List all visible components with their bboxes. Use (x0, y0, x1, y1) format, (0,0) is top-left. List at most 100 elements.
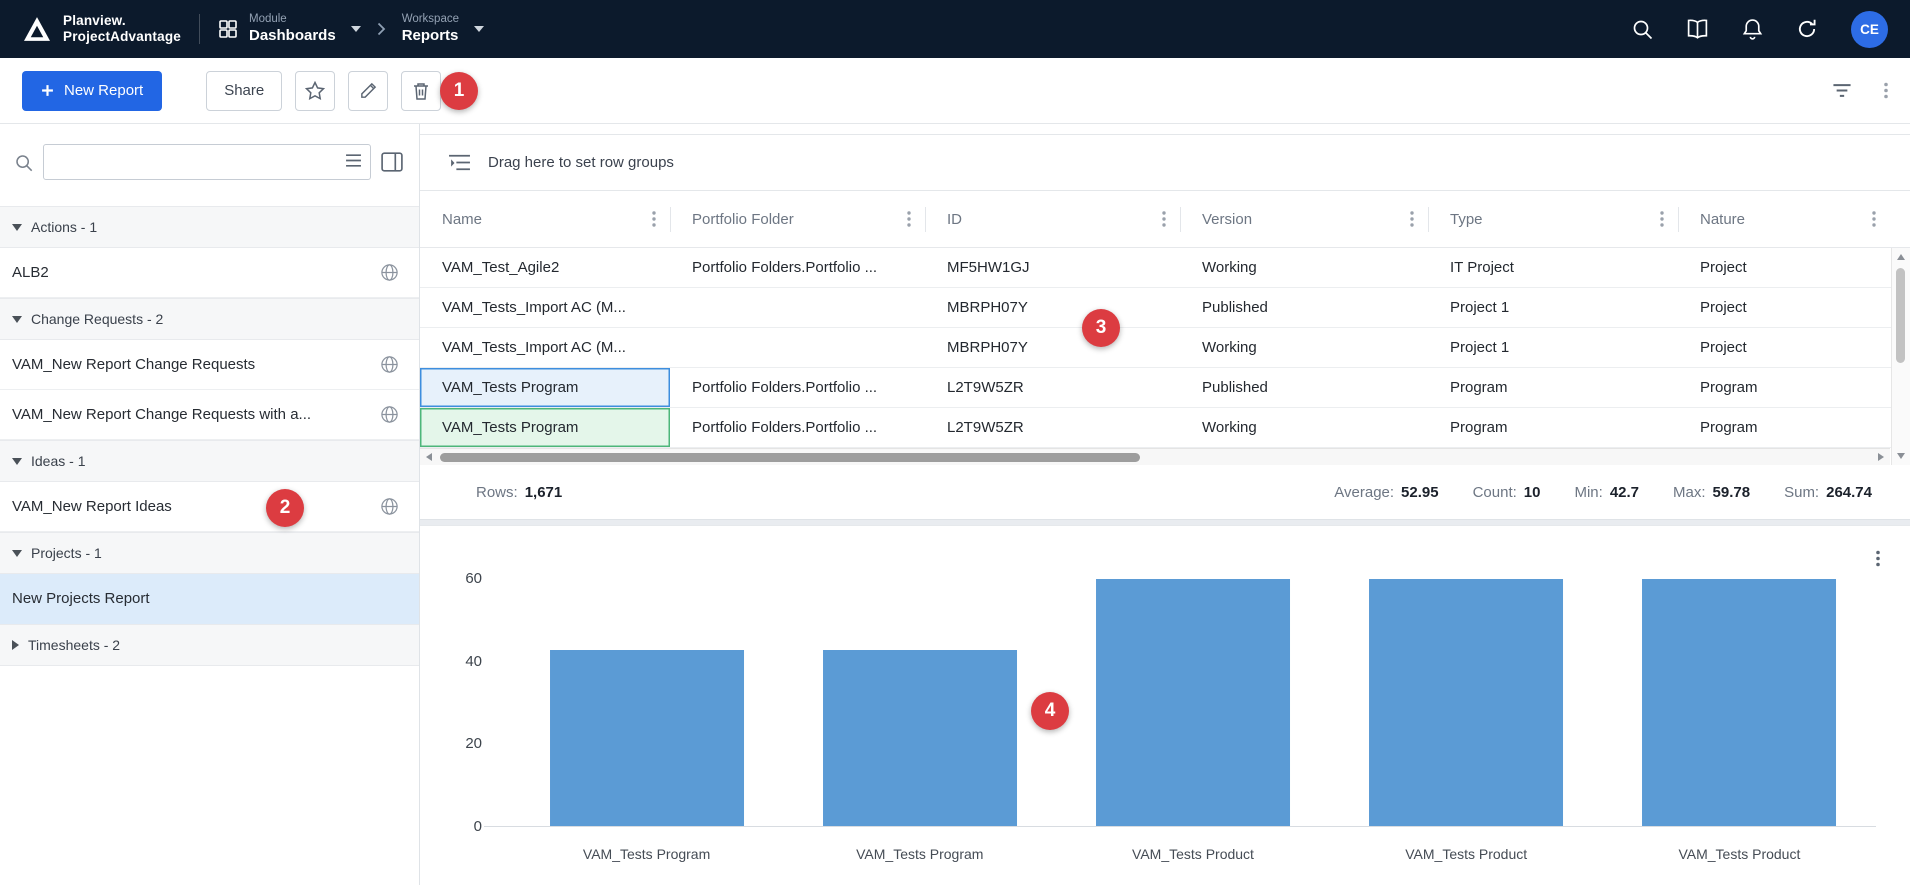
table-row[interactable]: VAM_Tests ProgramPortfolio Folders.Portf… (420, 368, 1910, 408)
report-list-item[interactable]: ALB2 (0, 248, 419, 298)
vertical-scroll-thumb[interactable] (1896, 268, 1905, 363)
chart-bar[interactable] (1369, 579, 1563, 826)
report-list-item[interactable]: New Projects Report (0, 574, 419, 624)
tree-group-header[interactable]: Ideas - 1 (0, 440, 419, 482)
collapse-panel-icon[interactable] (381, 152, 403, 172)
column-label: Portfolio Folder (692, 211, 794, 228)
vertical-scrollbar[interactable] (1891, 248, 1910, 465)
table-cell[interactable]: Portfolio Folders.Portfolio ... (670, 368, 925, 407)
avatar[interactable]: CE (1851, 11, 1888, 48)
share-button[interactable]: Share (206, 71, 282, 111)
table-cell[interactable]: VAM_Tests Program (420, 368, 670, 407)
table-cell[interactable]: VAM_Test_Agile2 (420, 248, 670, 287)
filter-icon[interactable] (1832, 83, 1852, 98)
horizontal-scrollbar[interactable] (420, 448, 1890, 465)
table-cell[interactable]: Portfolio Folders.Portfolio ... (670, 408, 925, 447)
table-row[interactable]: VAM_Tests ProgramPortfolio Folders.Portf… (420, 408, 1910, 448)
column-menu-icon[interactable] (907, 211, 911, 227)
notifications-bell-icon[interactable] (1742, 18, 1763, 41)
column-menu-icon[interactable] (652, 211, 656, 227)
column-menu-icon[interactable] (1162, 211, 1166, 227)
table-cell[interactable]: Working (1180, 408, 1428, 447)
grid-status-bar: Rows:1,671 Average:52.95Count:10Min:42.7… (420, 465, 1910, 519)
column-header-portfolio-folder[interactable]: Portfolio Folder (670, 191, 925, 247)
toolbar-menu-icon[interactable] (1884, 82, 1888, 99)
column-header-nature[interactable]: Nature (1678, 191, 1890, 247)
annotation-badge-4: 4 (1031, 692, 1069, 730)
table-cell[interactable]: Project 1 (1428, 288, 1678, 327)
table-row[interactable]: VAM_Tests_Import AC (M... MBRPH07YPublish… (420, 288, 1910, 328)
refresh-icon[interactable] (1796, 18, 1818, 40)
table-row[interactable]: VAM_Test_Agile2Portfolio Folders.Portfol… (420, 248, 1910, 288)
tree-group-header[interactable]: Actions - 1 (0, 206, 419, 248)
edit-button[interactable] (348, 71, 388, 111)
table-cell[interactable]: Published (1180, 368, 1428, 407)
tree-group-header[interactable]: Projects - 1 (0, 532, 419, 574)
scroll-down-arrow[interactable] (1897, 453, 1905, 459)
scroll-left-arrow[interactable] (426, 453, 432, 461)
row-groups-icon (448, 153, 471, 172)
table-cell[interactable]: VAM_Tests_Import AC (M... (420, 328, 670, 367)
column-header-version[interactable]: Version (1180, 191, 1428, 247)
column-header-name[interactable]: Name (420, 191, 670, 247)
table-cell[interactable]: Program (1428, 368, 1678, 407)
column-menu-icon[interactable] (1660, 211, 1664, 227)
table-cell[interactable]: Project (1678, 288, 1890, 327)
scroll-right-arrow[interactable] (1878, 453, 1884, 461)
table-cell[interactable]: Portfolio Folders.Portfolio ... (670, 248, 925, 287)
table-cell[interactable]: Published (1180, 288, 1428, 327)
search-options-menu-icon[interactable] (345, 154, 362, 167)
column-menu-icon[interactable] (1872, 211, 1876, 227)
report-list-item[interactable]: VAM_New Report Change Requests with a... (0, 390, 419, 440)
report-list-item[interactable]: VAM_New Report Change Requests (0, 340, 419, 390)
table-cell[interactable]: MBRPH07Y (925, 288, 1180, 327)
table-cell[interactable]: Working (1180, 248, 1428, 287)
table-cell[interactable]: VAM_Tests Program (420, 408, 670, 447)
table-cell[interactable]: Program (1678, 368, 1890, 407)
table-cell[interactable]: Program (1678, 408, 1890, 447)
chart-bar[interactable] (823, 650, 1017, 826)
search-icon[interactable] (1631, 18, 1653, 40)
chart-bar[interactable] (550, 650, 744, 826)
table-cell[interactable]: IT Project (1428, 248, 1678, 287)
table-cell[interactable]: Project (1678, 248, 1890, 287)
table-cell[interactable]: L2T9W5ZR (925, 408, 1180, 447)
horizontal-scroll-thumb[interactable] (440, 453, 1140, 462)
table-cell[interactable]: MF5HW1GJ (925, 248, 1180, 287)
chart-bar[interactable] (1096, 579, 1290, 826)
tree-group-header[interactable]: Timesheets - 2 (0, 624, 419, 666)
table-cell[interactable] (670, 288, 925, 327)
table-cell[interactable]: L2T9W5ZR (925, 368, 1180, 407)
chart-bar[interactable] (1642, 579, 1836, 826)
rows-label: Rows: (476, 484, 518, 501)
column-header-id[interactable]: ID (925, 191, 1180, 247)
table-cell[interactable]: Working (1180, 328, 1428, 367)
grid-body: VAM_Test_Agile2Portfolio Folders.Portfol… (420, 248, 1910, 448)
favorite-button[interactable] (295, 71, 335, 111)
table-cell[interactable]: Project (1678, 328, 1890, 367)
table-cell[interactable]: Project 1 (1428, 328, 1678, 367)
table-cell[interactable]: Program (1428, 408, 1678, 447)
help-book-icon[interactable] (1686, 19, 1709, 40)
row-group-dropzone[interactable]: Drag here to set row groups (420, 134, 1910, 191)
table-cell[interactable]: MBRPH07Y (925, 328, 1180, 367)
report-search-input[interactable] (43, 144, 371, 180)
module-selector[interactable]: Module Dashboards (218, 12, 361, 45)
new-report-button[interactable]: New Report (22, 71, 162, 111)
delete-button[interactable] (401, 71, 441, 111)
chart-menu-icon[interactable] (1876, 550, 1880, 567)
table-cell[interactable] (670, 328, 925, 367)
column-header-type[interactable]: Type (1428, 191, 1678, 247)
scroll-up-arrow[interactable] (1897, 254, 1905, 260)
planview-logo-icon (22, 16, 52, 42)
column-menu-icon[interactable] (1410, 211, 1414, 227)
table-row[interactable]: VAM_Tests_Import AC (M... MBRPH07YWorking… (420, 328, 1910, 368)
tree-group-header[interactable]: Change Requests - 2 (0, 298, 419, 340)
report-list-item[interactable]: VAM_New Report Ideas (0, 482, 419, 532)
workspace-selector[interactable]: Workspace Reports (402, 12, 484, 45)
status-stat: Min:42.7 (1574, 484, 1639, 501)
chart-panel: 0204060VAM_Tests ProgramVAM_Tests Progra… (420, 526, 1910, 885)
chart-bar-slot: VAM_Tests Product (1330, 579, 1603, 826)
table-cell[interactable]: VAM_Tests_Import AC (M... (420, 288, 670, 327)
planview-logo[interactable]: Planview. ProjectAdvantage (22, 13, 181, 45)
